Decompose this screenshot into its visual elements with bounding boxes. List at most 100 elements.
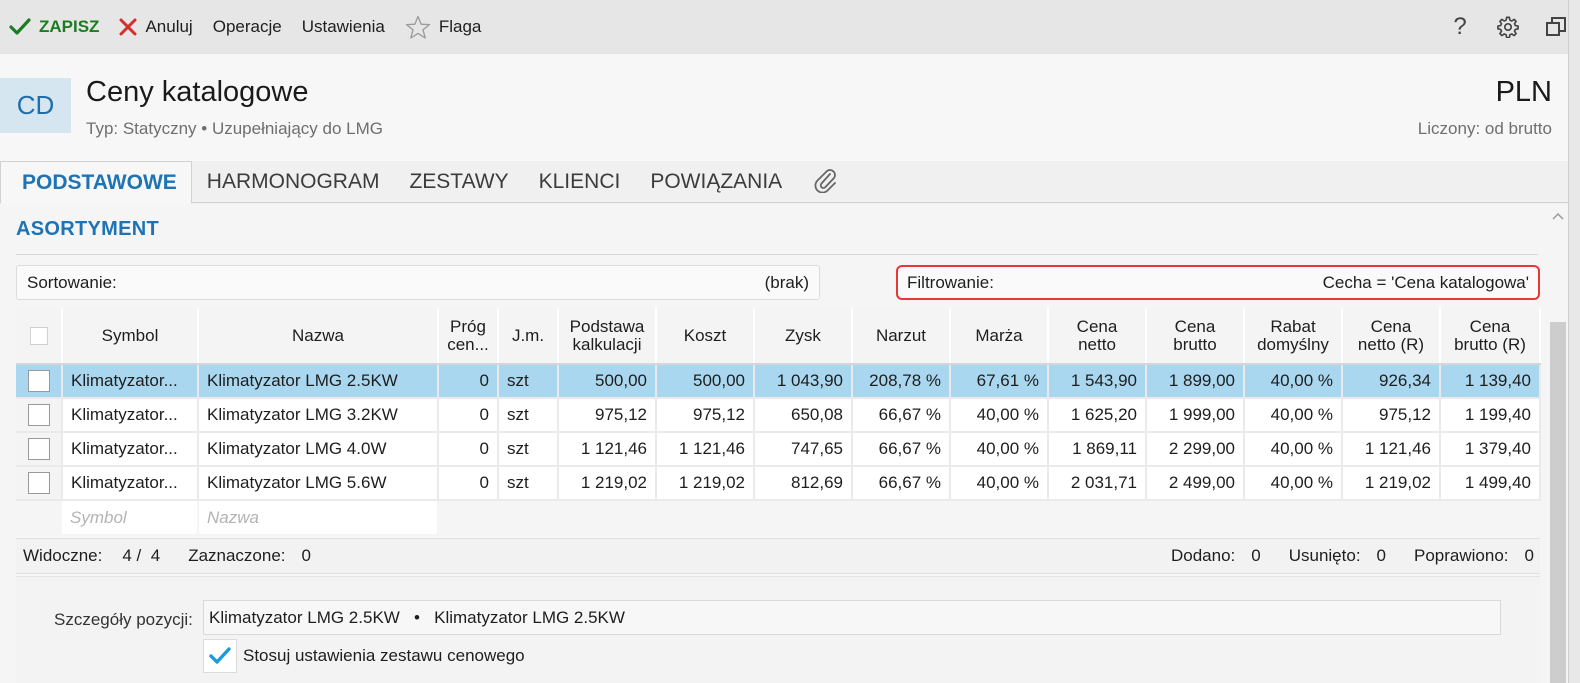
vertical-scrollbar[interactable] xyxy=(1548,204,1568,683)
header-line: Cena xyxy=(1174,316,1216,336)
page-title: Ceny katalogowe xyxy=(86,76,309,108)
tab-clients[interactable]: KLIENCI xyxy=(524,161,636,203)
header-line: netto xyxy=(1078,334,1116,354)
tab-schedule[interactable]: HARMONOGRAM xyxy=(192,161,395,203)
header-line: Podstawa xyxy=(569,316,645,336)
calculation-mode: Liczony: od brutto xyxy=(1417,119,1552,138)
checkbox-checked-icon[interactable] xyxy=(203,639,237,673)
header-line: Cena xyxy=(1370,316,1412,336)
window-edge xyxy=(1568,0,1580,683)
column-header-discount[interactable]: Rabat domyślny xyxy=(1244,308,1343,365)
removed-label: Usunięto: xyxy=(1288,546,1361,565)
select-all-checkbox[interactable] xyxy=(16,308,63,365)
column-header-net-price[interactable]: Cena netto xyxy=(1048,308,1147,365)
cell-margin: 40,00 % xyxy=(950,432,1049,467)
column-header-unit[interactable]: J.m. xyxy=(498,308,559,365)
sorting-value: (brak) xyxy=(764,272,809,292)
tab-sets[interactable]: ZESTAWY xyxy=(394,161,523,203)
cancel-button[interactable]: Anuluj xyxy=(109,0,202,54)
details-value-field[interactable]: Klimatyzator LMG 2.5KW • Klimatyzator LM… xyxy=(203,600,1501,635)
sorting-field[interactable]: Sortowanie: (brak) xyxy=(16,265,820,300)
flag-button[interactable]: Flaga xyxy=(395,0,492,54)
gear-icon[interactable] xyxy=(1484,0,1532,54)
filtering-field[interactable]: Filtrowanie: Cecha = 'Cena katalogowa' xyxy=(896,265,1540,300)
corrected-label: Poprawiono: xyxy=(1414,546,1509,565)
cell-base: 975,12 xyxy=(558,398,657,433)
save-button[interactable]: ZAPISZ xyxy=(0,0,109,54)
chevron-up-icon[interactable] xyxy=(1548,206,1568,226)
tab-basic[interactable]: PODSTAWOWE xyxy=(0,161,192,204)
column-header-cost[interactable]: Koszt xyxy=(656,308,755,365)
column-header-base[interactable]: Podstawa kalkulacji xyxy=(558,308,657,365)
header-line: Cena xyxy=(1469,316,1511,336)
sorting-label: Sortowanie: xyxy=(27,272,117,292)
status-bar: Widoczne: 4 / 4 Zaznaczone: 0 Dodano: 0 … xyxy=(16,538,1540,574)
header-line: brutto xyxy=(1173,334,1217,354)
name-filter-input[interactable]: Nazwa xyxy=(198,500,439,534)
cell-cost: 975,12 xyxy=(656,398,755,433)
cell-gross-price: 2 499,00 xyxy=(1146,466,1245,501)
cell-unit: szt xyxy=(498,432,559,467)
cell-threshold: 0 xyxy=(438,364,499,399)
item-details: Szczegóły pozycji: Klimatyzator LMG 2.5K… xyxy=(16,576,1540,683)
column-header-margin[interactable]: Marża xyxy=(950,308,1049,365)
table-row[interactable]: Klimatyzator... Klimatyzator LMG 3.2KW 0… xyxy=(16,398,1541,433)
cell-gross-price-r: 1 139,40 xyxy=(1440,364,1541,399)
cell-name: Klimatyzator LMG 2.5KW xyxy=(198,364,439,399)
details-label: Szczegóły pozycji: xyxy=(54,610,193,629)
column-header-symbol[interactable]: Symbol xyxy=(62,308,199,365)
cell-net-price-r: 926,34 xyxy=(1342,364,1441,399)
tab-relations[interactable]: POWIĄZANIA xyxy=(635,161,797,203)
column-header-gross-price[interactable]: Cena brutto xyxy=(1146,308,1245,365)
help-icon[interactable]: ? xyxy=(1436,0,1484,54)
column-header-profit[interactable]: Zysk xyxy=(754,308,853,365)
cell-threshold: 0 xyxy=(438,398,499,433)
header-line: domyślny xyxy=(1257,334,1329,354)
cell-net-price: 1 625,20 xyxy=(1048,398,1147,433)
column-header-threshold[interactable]: Próg cen... xyxy=(438,308,499,365)
assortment-grid: Symbol Nazwa Próg cen... J.m. Podstawa kal… xyxy=(16,308,1541,534)
header-line: brutto (R) xyxy=(1454,334,1526,354)
flag-label: Flaga xyxy=(438,17,482,36)
cell-net-price-r: 1 219,02 xyxy=(1342,466,1441,501)
column-header-net-price-r[interactable]: Cena netto (R) xyxy=(1342,308,1441,365)
corrected-count: 0 xyxy=(1524,546,1534,565)
cell-discount: 40,00 % xyxy=(1244,432,1343,467)
symbol-filter-input[interactable]: Symbol xyxy=(62,500,199,534)
attachments-tab[interactable] xyxy=(797,161,853,203)
filtering-label: Filtrowanie: xyxy=(907,272,994,292)
cell-base: 1 219,02 xyxy=(558,466,657,501)
page-subtitle: Typ: Statyczny • Uzupełniający do LMG xyxy=(86,119,383,138)
removed-count: 0 xyxy=(1376,546,1387,565)
operations-menu[interactable]: Operacje xyxy=(203,0,292,54)
status-left: Widoczne: 4 / 4 Zaznaczone: 0 xyxy=(23,546,317,566)
header-line: netto (R) xyxy=(1357,334,1425,354)
header-line: Próg xyxy=(450,316,486,336)
column-header-markup[interactable]: Narzut xyxy=(852,308,951,365)
column-header-gross-price-r[interactable]: Cena brutto (R) xyxy=(1440,308,1541,365)
row-checkbox[interactable] xyxy=(16,364,63,399)
apply-set-settings-label: Stosuj ustawienia zestawu cenowego xyxy=(243,646,525,665)
settings-menu[interactable]: Ustawienia xyxy=(292,0,395,54)
table-row[interactable]: Klimatyzator... Klimatyzator LMG 5.6W 0 … xyxy=(16,466,1541,501)
cell-margin: 40,00 % xyxy=(950,466,1049,501)
cell-symbol: Klimatyzator... xyxy=(62,398,199,433)
close-icon xyxy=(119,18,137,36)
cell-cost: 1 219,02 xyxy=(656,466,755,501)
save-label: ZAPISZ xyxy=(39,17,100,36)
filter-spacer xyxy=(438,500,1540,534)
apply-set-settings-checkbox[interactable]: Stosuj ustawienia zestawu cenowego xyxy=(203,639,525,673)
section-title: ASORTYMENT xyxy=(16,218,159,240)
selected-count: 0 xyxy=(301,546,311,565)
cell-gross-price-r: 1 499,40 xyxy=(1440,466,1541,501)
cell-symbol: Klimatyzator... xyxy=(62,364,199,399)
content-area: ASORTYMENT Sortowanie: (brak) Filtrowani… xyxy=(0,204,1548,683)
table-row[interactable]: Klimatyzator... Klimatyzator LMG 4.0W 0 … xyxy=(16,432,1541,467)
row-checkbox[interactable] xyxy=(16,432,63,467)
scrollbar-thumb[interactable] xyxy=(1550,322,1566,683)
row-checkbox[interactable] xyxy=(16,398,63,433)
column-header-name[interactable]: Nazwa xyxy=(198,308,439,365)
row-checkbox[interactable] xyxy=(16,466,63,501)
table-row[interactable]: Klimatyzator... Klimatyzator LMG 2.5KW 0… xyxy=(16,364,1541,399)
status-right: Dodano: 0 Usunięto: 0 Poprawiono: 0 xyxy=(1171,546,1534,566)
